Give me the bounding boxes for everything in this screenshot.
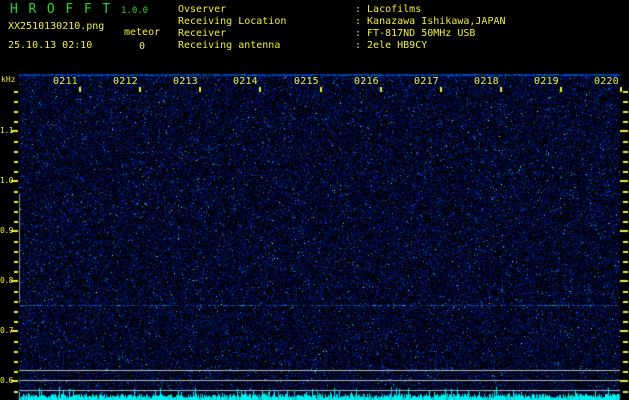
time-label: 0220 [594, 76, 619, 88]
filename: XX2510130210.png [8, 21, 104, 32]
freq-axis-unit-label: kHz [1, 74, 15, 85]
time-label: 0212 [113, 76, 138, 88]
meteor-count-label: meteor [124, 27, 160, 38]
time-label: 0213 [173, 76, 198, 88]
info-key: Receiver [178, 28, 226, 39]
freq-label: 1.1 [0, 126, 13, 136]
time-label: 0217 [414, 76, 439, 88]
hrofft-window: H R O F F T 1.0.0 XX2510130210.png meteo… [0, 0, 629, 400]
freq-label: 1.0 [0, 176, 13, 186]
time-label: 0214 [233, 76, 258, 88]
freq-label: 0.7 [0, 326, 13, 336]
freq-label: 0.8 [0, 276, 13, 286]
time-label: 0215 [294, 76, 319, 88]
info-key: Receiving antenna [178, 40, 280, 51]
info-value: : 2ele HB9CY [355, 40, 427, 51]
time-label: 0216 [354, 76, 379, 88]
info-value: : FT-817ND 50MHz USB [355, 28, 475, 39]
time-label: 0218 [474, 76, 499, 88]
freq-label: 0.6 [0, 376, 13, 386]
spectrogram-canvas [0, 0, 629, 400]
info-value: : Lacofilms [355, 4, 421, 15]
info-value: : Kanazawa Ishikawa,JAPAN [355, 16, 506, 27]
time-label: 0211 [53, 76, 78, 88]
info-key: Ovserver [178, 4, 226, 15]
freq-label: 0.9 [0, 226, 13, 236]
app-version: 1.0.0 [121, 6, 148, 17]
time-label: 0219 [534, 76, 559, 88]
info-key: Receiving Location [178, 16, 286, 27]
meteor-count-value: 0 [139, 41, 145, 52]
app-title: H R O F F T [10, 3, 112, 17]
timestamp: 25.10.13 02:10 [8, 40, 92, 51]
